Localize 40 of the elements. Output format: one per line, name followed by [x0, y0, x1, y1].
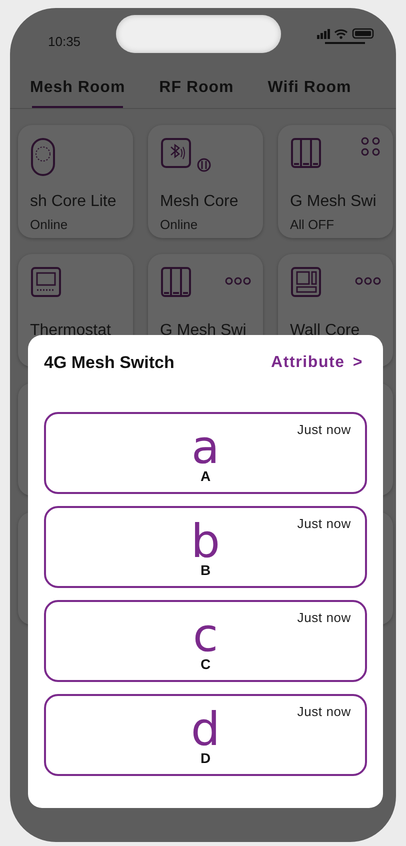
key-glyph: d [190, 710, 220, 748]
device-card[interactable]: Mesh Core Online [148, 125, 263, 238]
device-status: Online [30, 217, 69, 232]
device-name: sh Core Lite [30, 193, 118, 211]
key-label: A [200, 468, 211, 484]
more-icon[interactable] [355, 276, 381, 286]
last-update: Just now [297, 516, 351, 531]
key-glyph: a [191, 428, 220, 466]
thermostat-icon [30, 266, 62, 298]
wall-panel-icon [290, 266, 322, 298]
sensor-icon [30, 137, 56, 177]
last-update: Just now [297, 610, 351, 625]
battery-icon [352, 28, 374, 39]
triple-switch-icon [160, 266, 192, 298]
last-update: Just now [297, 422, 351, 437]
more-icon[interactable] [225, 276, 251, 286]
key-label: D [200, 750, 211, 766]
device-card[interactable]: sh Core Lite Online [18, 125, 133, 238]
last-update: Just now [297, 704, 351, 719]
signal-icon [316, 28, 330, 38]
device-status: All OFF [290, 217, 336, 232]
device-card[interactable]: G Mesh Swi All OFF [278, 125, 393, 238]
room-tab[interactable]: RF Room [149, 68, 244, 108]
device-name: G Mesh Swi [290, 193, 378, 211]
device-name: Wall Core [290, 322, 361, 340]
key-label: B [200, 562, 211, 578]
room-tab[interactable]: Wifi Room [258, 68, 362, 108]
home-indicator [325, 42, 366, 44]
key-glyph: c [192, 616, 218, 654]
key-label: C [200, 656, 211, 672]
device-name: Thermostat [30, 322, 112, 340]
device-status: Online [160, 217, 199, 232]
room-tab[interactable]: Mesh Room [20, 68, 136, 108]
device-name: G Mesh Swi [160, 322, 248, 340]
key-glyph: b [190, 522, 220, 560]
clock: 10:35 [48, 34, 81, 48]
wifi-icon [334, 28, 348, 38]
grid-dots-icon[interactable] [361, 137, 381, 157]
device-name: Mesh Core [160, 193, 240, 211]
triple-switch-icon [290, 137, 322, 169]
